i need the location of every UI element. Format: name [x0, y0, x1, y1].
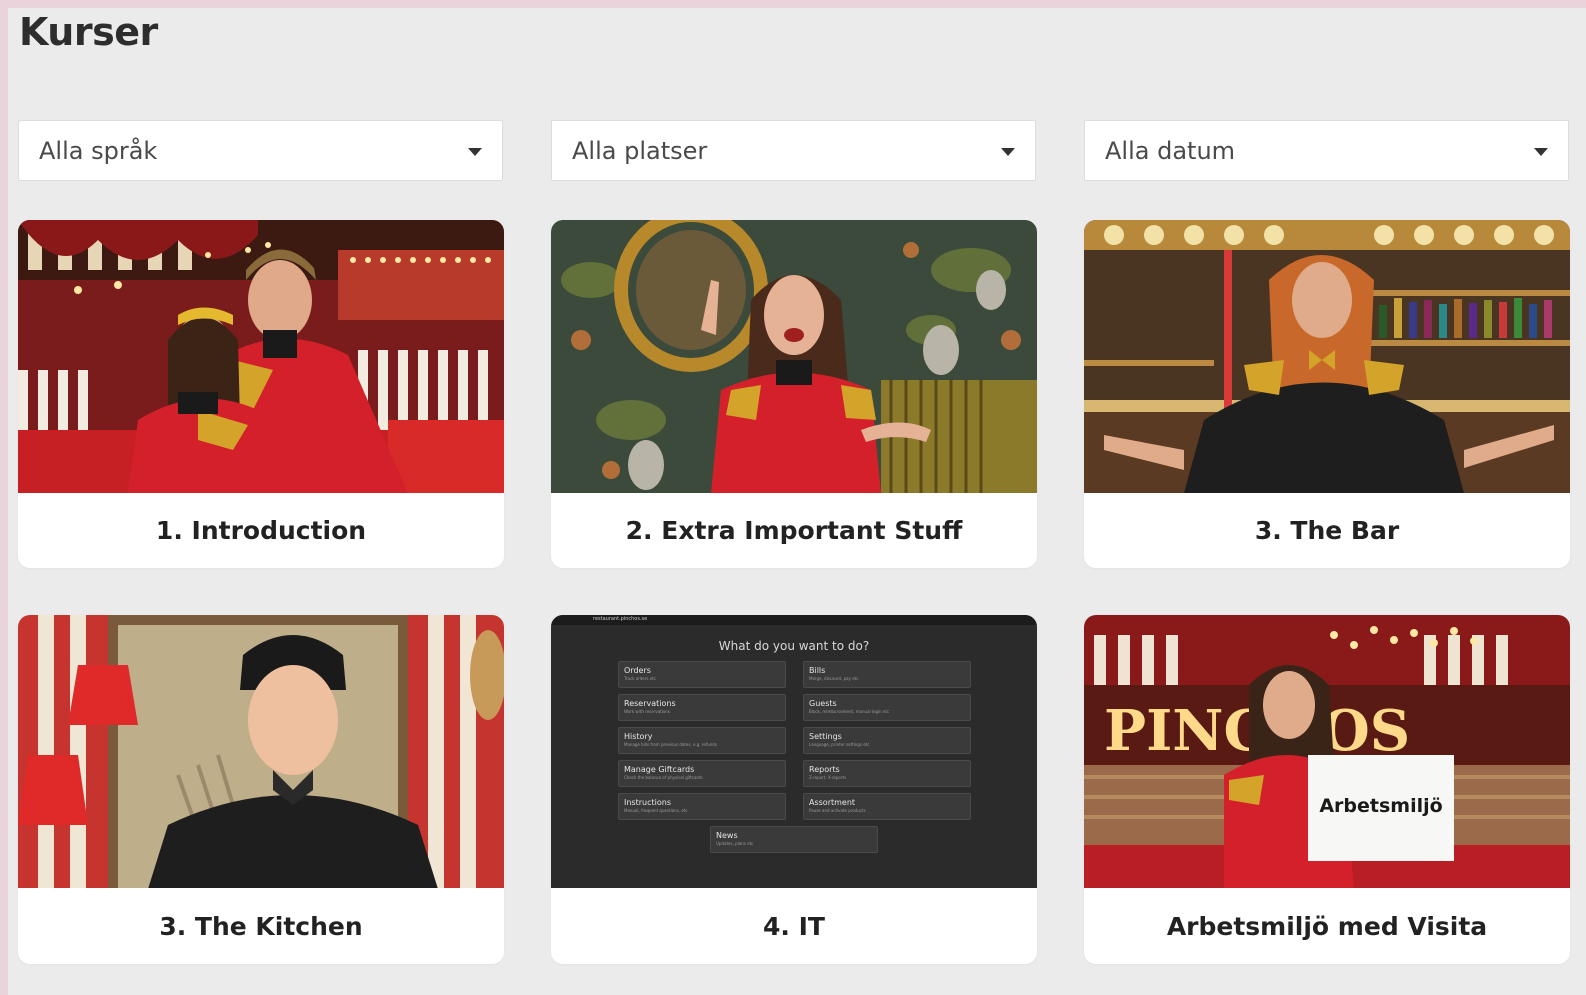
date-filter-label: Alla datum: [1105, 136, 1236, 165]
course-thumbnail: [18, 615, 504, 888]
language-filter-label: Alla språk: [39, 136, 158, 165]
course-thumbnail: restaurant.pinchos.se What do you want t…: [551, 615, 1037, 888]
tile-orders: Orders Track orders etc: [618, 661, 786, 688]
course-title: 1. Introduction: [155, 516, 367, 545]
course-thumbnail: [18, 220, 504, 493]
course-thumbnail: PINCHOS Arb: [1084, 615, 1570, 888]
tile-bills: Bills Merge, discount, pay etc: [803, 661, 971, 688]
browser-bar: restaurant.pinchos.se: [551, 615, 1037, 625]
course-thumbnail: [551, 220, 1037, 493]
tile-history: History Manage bills from previous dates,…: [618, 727, 786, 754]
browser-url: restaurant.pinchos.se: [593, 616, 648, 622]
course-card-arbetsmiljo[interactable]: PINCHOS Arb: [1084, 615, 1570, 964]
language-filter-dropdown[interactable]: Alla språk: [18, 120, 503, 181]
chevron-down-icon: [1001, 148, 1015, 156]
course-title: 3. The Bar: [1254, 516, 1400, 545]
date-filter-dropdown[interactable]: Alla datum: [1084, 120, 1569, 181]
it-heading: What do you want to do?: [718, 639, 870, 653]
sign-text: Arbetsmiljö: [1319, 795, 1442, 817]
course-card-the-kitchen[interactable]: 3. The Kitchen: [18, 615, 504, 964]
course-card-the-bar[interactable]: 3. The Bar: [1084, 220, 1570, 568]
course-thumbnail: [1084, 220, 1570, 493]
chevron-down-icon: [468, 148, 482, 156]
course-card-it[interactable]: restaurant.pinchos.se What do you want t…: [551, 615, 1037, 964]
chevron-down-icon: [1534, 148, 1548, 156]
tile-manage-giftcards: Manage Giftcards Check the balance of phy…: [618, 760, 786, 787]
courses-page: Kurser Alla språk Alla platser Alla datu…: [8, 8, 1586, 995]
tile-instructions: Instructions Manual, frequent questions, …: [618, 793, 786, 820]
course-card-extra-important-stuff[interactable]: 2. Extra Important Stuff: [551, 220, 1037, 568]
page-title: Kurser: [19, 10, 158, 54]
course-title: 2. Extra Important Stuff: [625, 516, 963, 545]
course-title: 4. IT: [763, 912, 825, 941]
tile-reservations: Reservations Work with reservations: [618, 694, 786, 721]
tile-guests: Guests Block, reimbursement, manual login…: [803, 694, 971, 721]
course-title: Arbetsmiljö med Visita: [1166, 912, 1488, 941]
tile-settings: Settings Language, printer settings etc: [803, 727, 971, 754]
location-filter-label: Alla platser: [572, 136, 708, 165]
location-filter-dropdown[interactable]: Alla platser: [551, 120, 1036, 181]
tile-assortment: Assortment Pause and activate products: [803, 793, 971, 820]
course-card-introduction[interactable]: 1. Introduction: [18, 220, 504, 568]
tile-reports: Reports Z-report, X-reports: [803, 760, 971, 787]
course-title: 3. The Kitchen: [159, 912, 363, 941]
tile-news: News Updates, plans etc: [710, 826, 878, 853]
